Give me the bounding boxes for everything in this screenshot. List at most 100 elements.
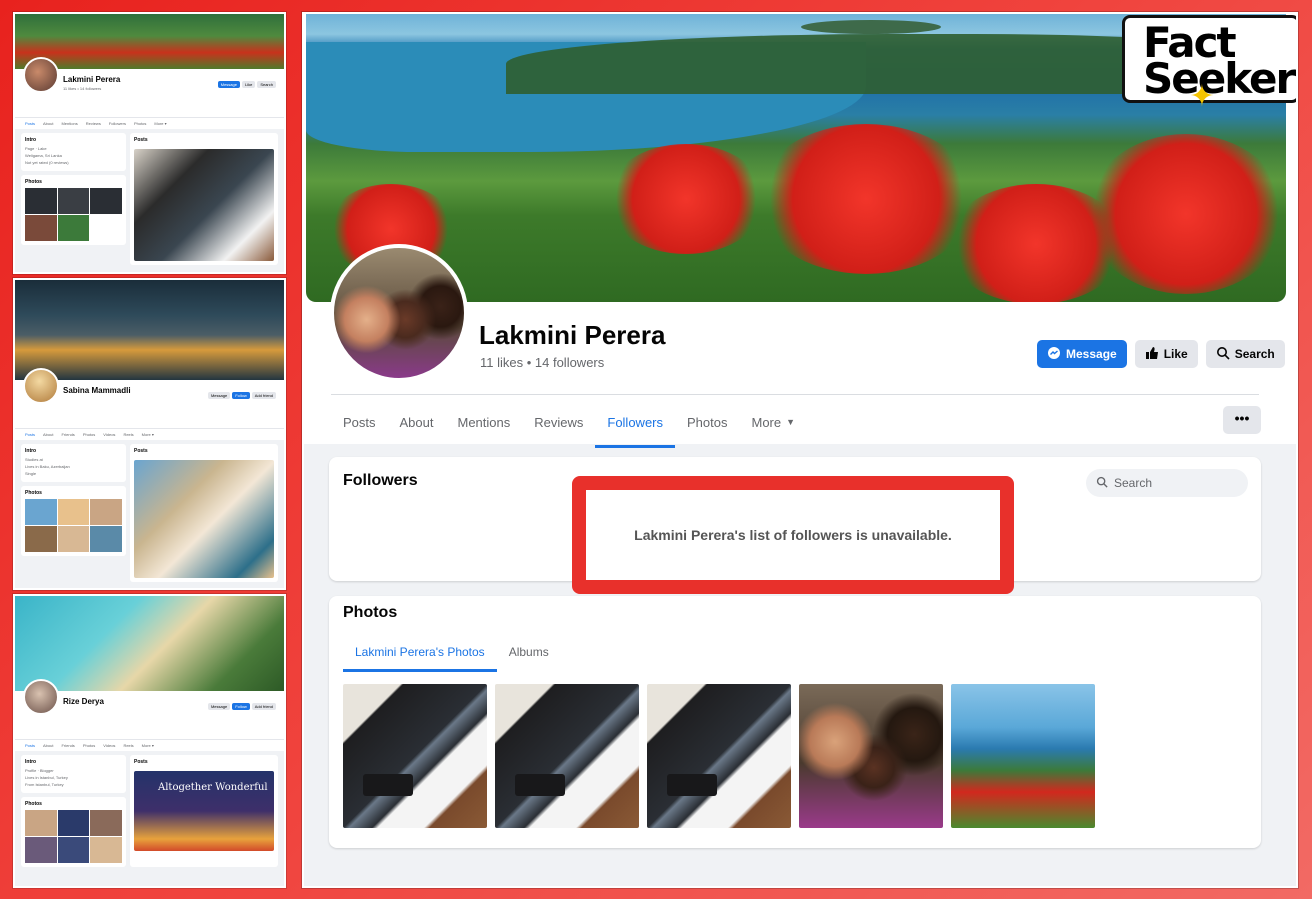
- thumb-photo[interactable]: [57, 837, 90, 863]
- thumb-follow-button[interactable]: Follow: [232, 392, 250, 399]
- cover-island: [801, 20, 941, 34]
- thumb-tab[interactable]: More ▾: [154, 121, 166, 126]
- page-stats[interactable]: 11 likes • 14 followers: [480, 355, 604, 370]
- thumb-photo[interactable]: [25, 526, 57, 552]
- message-button[interactable]: Message: [1037, 340, 1127, 368]
- thumb-photos-title: Photos: [25, 490, 42, 496]
- thumb-intro-card: Intro Page · Lake Weligama, Sri Lanka No…: [21, 133, 126, 171]
- thumb-tab[interactable]: Videos: [103, 743, 115, 748]
- thumb-photos-card: Photos: [21, 175, 126, 245]
- thumb-add-friend-button[interactable]: Add friend: [251, 703, 276, 710]
- profile-actions: Message Like Search: [1037, 340, 1285, 368]
- thumb-photo[interactable]: [90, 499, 122, 525]
- thumb-photo[interactable]: [90, 188, 122, 214]
- thumb-avatar[interactable]: [23, 368, 59, 404]
- thumb-tab[interactable]: About: [43, 121, 53, 126]
- thumb-photo[interactable]: [57, 215, 90, 241]
- thumb-photo[interactable]: [25, 215, 57, 241]
- thumb-photo[interactable]: [57, 526, 90, 552]
- thumb-add-friend-button[interactable]: Add friend: [251, 392, 276, 399]
- search-button[interactable]: Search: [1205, 340, 1285, 368]
- thumb-intro-title: Intro: [25, 448, 37, 454]
- thumb-post-image[interactable]: [134, 460, 274, 578]
- thumb-message-button[interactable]: Message: [207, 703, 231, 710]
- thumb-tab[interactable]: Friends: [61, 432, 74, 437]
- followers-search-input[interactable]: Search: [1086, 469, 1248, 497]
- tab-reviews[interactable]: Reviews: [522, 402, 595, 442]
- thumb-message-button[interactable]: Message: [217, 81, 240, 88]
- thumb-post-image[interactable]: [134, 149, 274, 261]
- profile-picture[interactable]: [330, 244, 468, 382]
- search-icon: [1216, 346, 1230, 362]
- followers-search-placeholder: Search: [1114, 476, 1153, 490]
- thumb-search-button[interactable]: Search: [257, 81, 276, 88]
- thumb-tab[interactable]: Friends: [61, 743, 74, 748]
- photo-thumbnail[interactable]: [799, 684, 943, 828]
- thumb-tab[interactable]: Followers: [109, 121, 126, 126]
- thumb-tab[interactable]: Photos: [83, 432, 95, 437]
- thumb-tab[interactable]: Videos: [103, 432, 115, 437]
- thumb-tab[interactable]: About: [43, 432, 53, 437]
- tab-mentions[interactable]: Mentions: [446, 402, 523, 442]
- thumb-posts-card: Posts Altogether Wonderful: [130, 755, 278, 867]
- thumb-posts-title: Posts: [134, 448, 148, 454]
- fact-seeker-logo-line2: Seeker: [1143, 54, 1296, 103]
- thumb-post-image-text: Altogether Wonderful: [158, 782, 268, 793]
- thumb-photo[interactable]: [25, 810, 57, 836]
- thumb-tab[interactable]: Photos: [83, 743, 95, 748]
- photo-thumbnail[interactable]: [647, 684, 791, 828]
- thumb-tab[interactable]: Mentions: [61, 121, 77, 126]
- thumb-photo[interactable]: [90, 526, 122, 552]
- thumb-photo[interactable]: [57, 810, 90, 836]
- tab-photos[interactable]: Photos: [675, 402, 739, 442]
- message-button-label: Message: [1066, 347, 1117, 361]
- thumb-photo[interactable]: [25, 188, 57, 214]
- thumb-tab[interactable]: Reviews: [86, 121, 101, 126]
- thumb-photo[interactable]: [25, 837, 57, 863]
- thumb-avatar[interactable]: [23, 57, 59, 93]
- thumb-tab[interactable]: Posts: [25, 121, 35, 126]
- thumb-tab[interactable]: Posts: [25, 743, 35, 748]
- thumb-post-image[interactable]: Altogether Wonderful: [134, 771, 274, 851]
- thumbnail-rize-derya: Rize Derya Message Follow Add friend Pos…: [13, 594, 286, 888]
- thumb-photo[interactable]: [25, 499, 57, 525]
- photo-thumbnail[interactable]: [343, 684, 487, 828]
- tab-about[interactable]: About: [388, 402, 446, 442]
- tab-more[interactable]: More ▼: [739, 402, 807, 442]
- thumb-like-button[interactable]: Like: [241, 81, 256, 88]
- thumb-tab[interactable]: Photos: [134, 121, 146, 126]
- thumb-tab[interactable]: More ▾: [142, 743, 154, 748]
- thumb-avatar[interactable]: [23, 679, 59, 715]
- thumb-name: Sabina Mammadli: [63, 386, 131, 395]
- thumb-tab[interactable]: Posts: [25, 432, 35, 437]
- fact-seeker-logo: Fact Seeker ✦: [1122, 15, 1296, 112]
- thumb-photo[interactable]: [57, 499, 90, 525]
- tab-posts[interactable]: Posts: [331, 402, 388, 442]
- tab-followers[interactable]: Followers: [595, 402, 675, 448]
- thumb-photo-grid: [25, 499, 122, 552]
- thumb-photo[interactable]: [57, 188, 90, 214]
- thumb-photo[interactable]: [90, 810, 122, 836]
- photo-thumbnail[interactable]: [951, 684, 1095, 828]
- photo-thumbnail[interactable]: [495, 684, 639, 828]
- thumb-tabs: Posts About Friends Photos Videos Reels …: [15, 739, 284, 751]
- thumb-intro-line: From Istanbul, Turkey: [25, 782, 64, 787]
- thumb-tab[interactable]: Reels: [123, 432, 133, 437]
- messenger-icon: [1047, 346, 1061, 362]
- thumb-tab[interactable]: More ▾: [142, 432, 154, 437]
- tab-page-photos[interactable]: Lakmini Perera's Photos: [343, 634, 497, 672]
- thumb-photo[interactable]: [90, 837, 122, 863]
- thumb-tab[interactable]: Reels: [123, 743, 133, 748]
- tab-albums[interactable]: Albums: [497, 634, 561, 670]
- like-button-label: Like: [1163, 347, 1188, 361]
- more-options-button[interactable]: •••: [1223, 406, 1261, 434]
- thumb-tab[interactable]: About: [43, 743, 53, 748]
- thumb-intro-line: Single: [25, 471, 37, 476]
- thumb-posts-title: Posts: [134, 137, 148, 143]
- thumb-follow-button[interactable]: Follow: [232, 703, 250, 710]
- thumb-name: Rize Derya: [63, 697, 104, 706]
- thumb-message-button[interactable]: Message: [207, 392, 231, 399]
- cover-flower: [606, 144, 766, 254]
- like-button[interactable]: Like: [1134, 340, 1198, 368]
- thumb-photos-card: Photos: [21, 486, 126, 556]
